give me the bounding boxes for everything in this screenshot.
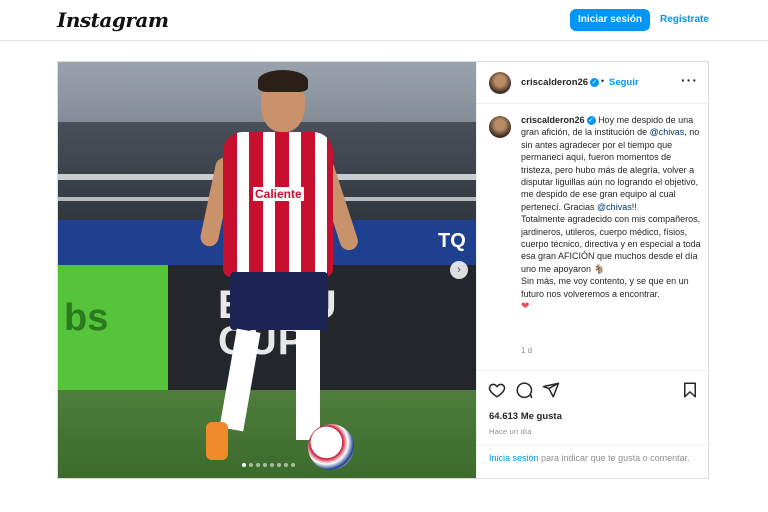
player-leg: [296, 330, 320, 440]
photo-board-text: TQ: [438, 230, 466, 252]
post-caption: criscalderon26 ✓ Hoy me despido de una gr…: [521, 114, 701, 314]
mention-link[interactable]: @chivas: [597, 202, 632, 212]
caption-avatar[interactable]: [489, 116, 511, 138]
soccer-ball: [308, 424, 354, 470]
more-options-icon[interactable]: ···: [681, 72, 698, 88]
red-heart-icon: ❤: [521, 301, 530, 313]
post-container: TQ bs EAGUCUP Caliente › cri: [57, 61, 709, 479]
instagram-logo[interactable]: Instagram: [57, 8, 169, 32]
share-send-icon[interactable]: [542, 381, 560, 399]
avatar[interactable]: [489, 72, 511, 94]
top-navigation-bar: Instagram Iniciar sesión Regístrate: [0, 0, 768, 41]
player-shorts: [230, 272, 328, 330]
carousel-dot: [284, 463, 288, 467]
verified-badge-icon: ✓: [586, 116, 596, 126]
save-bookmark-icon[interactable]: [681, 381, 699, 399]
caption-text: Sin más, me voy contento, y se que en un…: [521, 276, 689, 299]
caption-text: !!: [631, 201, 637, 212]
post-side-panel: criscalderon26 ✓ • Seguir ··· criscaldero…: [476, 62, 709, 478]
login-to-like-hint: Inicia sesión para indicar que te gusta …: [477, 444, 709, 464]
login-link[interactable]: Inicia sesión: [489, 453, 539, 463]
caption-text: Totalmente agradecido con mis compañeros…: [521, 214, 701, 274]
player-hair: [258, 70, 308, 92]
follow-button[interactable]: Seguir: [609, 77, 639, 88]
photo-board-text: bs: [64, 297, 109, 339]
post-date[interactable]: Hace un día: [489, 427, 532, 436]
carousel-dot: [242, 463, 246, 467]
comment-icon[interactable]: [515, 381, 533, 399]
caption-time-ago[interactable]: 1 d: [521, 346, 532, 355]
player-jersey: [223, 132, 333, 277]
login-button[interactable]: Iniciar sesión: [570, 9, 650, 31]
login-hint-text: para indicar que te gusta o comentar.: [538, 453, 690, 463]
carousel-dot: [256, 463, 260, 467]
carousel-dot: [263, 463, 267, 467]
post-actions: [477, 370, 709, 404]
post-header: criscalderon26 ✓ • Seguir ···: [477, 62, 709, 104]
carousel-dot: [270, 463, 274, 467]
caption-text: , no sin antes agradecer por el tiempo q…: [521, 127, 700, 212]
next-image-chevron-icon[interactable]: ›: [450, 261, 468, 279]
likes-count[interactable]: 64.613 Me gusta: [489, 411, 562, 422]
carousel-dot: [277, 463, 281, 467]
like-heart-icon[interactable]: [488, 381, 506, 399]
mention-link[interactable]: @chivas: [650, 127, 685, 137]
verified-badge-icon: ✓: [590, 77, 600, 87]
jersey-sponsor: Caliente: [253, 187, 304, 201]
player-boot: [206, 422, 228, 460]
separator-dot: •: [601, 76, 605, 86]
carousel-dot: [291, 463, 295, 467]
carousel-dots: [242, 463, 295, 467]
caption-username[interactable]: criscalderon26: [521, 115, 585, 125]
register-link[interactable]: Regístrate: [660, 9, 709, 31]
post-author-username[interactable]: criscalderon26 ✓: [521, 77, 600, 88]
post-image[interactable]: TQ bs EAGUCUP Caliente ›: [58, 62, 476, 478]
carousel-dot: [249, 463, 253, 467]
username-text[interactable]: criscalderon26: [521, 77, 588, 88]
